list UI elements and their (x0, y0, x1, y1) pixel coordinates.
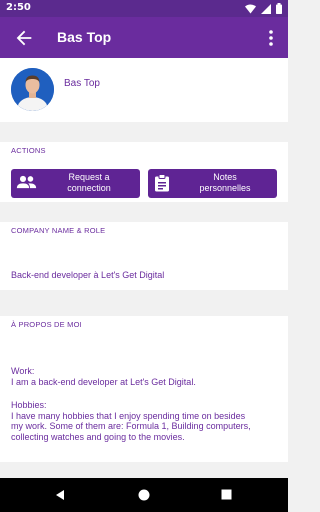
work-label: Work: (11, 366, 35, 376)
profile-name: Bas Top (64, 78, 100, 89)
navigation-bar (0, 478, 288, 512)
more-options-icon[interactable] (268, 29, 274, 47)
about-section: Work: I am a back-end developer at Let's… (0, 334, 288, 462)
avatar-image (11, 68, 54, 111)
hobbies-text-1: I have many hobbies that I enjoy spendin… (11, 410, 246, 421)
hobbies-label: Hobbies: (11, 400, 47, 410)
status-bar: 2:50 (0, 0, 288, 17)
hobbies-text-3: collecting watches and going to the movi… (11, 431, 185, 442)
notes-label-2: personnelles (199, 183, 251, 193)
hobbies-text-2: my work. Some of them are: Formula 1, Bu… (11, 421, 251, 431)
back-nav-icon[interactable] (55, 489, 65, 501)
recents-nav-icon[interactable] (221, 489, 232, 500)
signal-icon (261, 3, 271, 14)
actions-heading: ACTIONS (0, 142, 288, 160)
work-text: I am a back-end developer at Let's Get D… (11, 376, 196, 387)
notes-button[interactable]: Notes personnelles (148, 169, 277, 198)
status-time: 2:50 (6, 2, 31, 13)
battery-icon (276, 3, 282, 14)
profile-header: Bas Top (0, 58, 288, 122)
people-icon (16, 175, 37, 189)
wifi-icon (245, 3, 256, 14)
app-bar: Bas Top (0, 17, 288, 58)
home-nav-icon[interactable] (138, 489, 150, 501)
avatar[interactable] (11, 68, 54, 111)
company-heading: COMPANY NAME & ROLE (0, 222, 288, 240)
about-heading: À PROPOS DE MOI (0, 316, 288, 334)
request-connection-label-2: connection (67, 183, 111, 193)
company-value: Back-end developer à Let's Get Digital (11, 270, 165, 280)
actions-row: Request a connection Notes personnelles (0, 160, 288, 202)
page-title: Bas Top (57, 29, 112, 45)
company-section: Back-end developer à Let's Get Digital (0, 240, 288, 290)
clipboard-icon (155, 174, 169, 192)
request-connection-label-1: Request a (68, 172, 110, 182)
back-arrow-icon[interactable] (13, 27, 35, 49)
notes-label-1: Notes (213, 172, 237, 182)
request-connection-button[interactable]: Request a connection (11, 169, 140, 198)
